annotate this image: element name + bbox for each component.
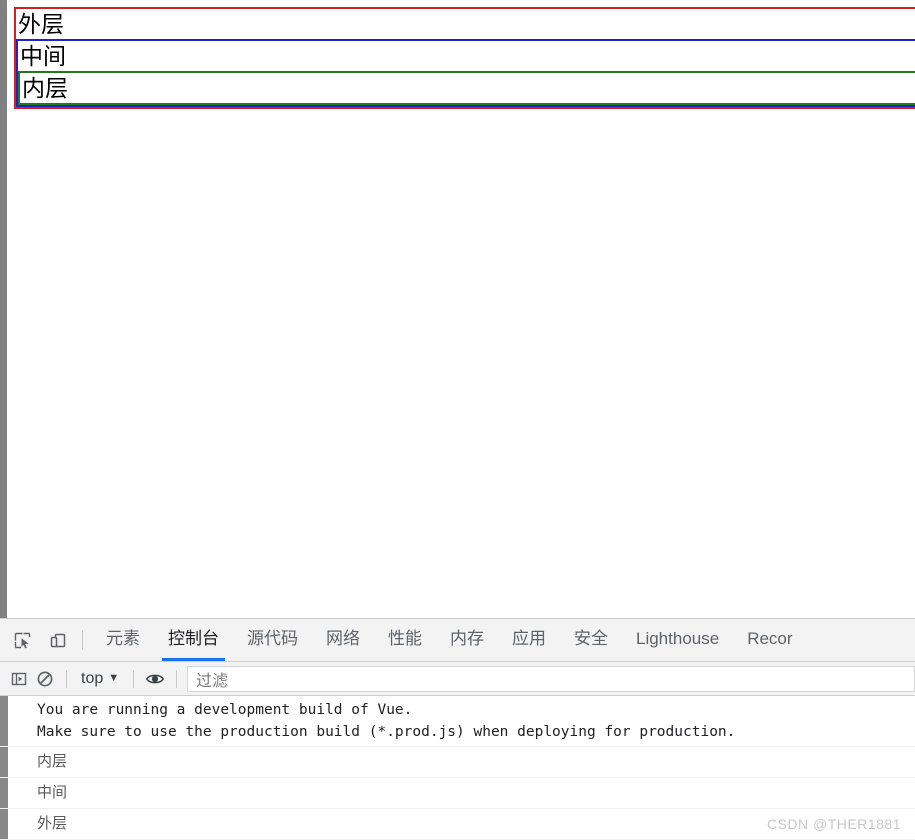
- console-message-text: 内层: [37, 753, 68, 770]
- tab-network[interactable]: 网络: [312, 619, 374, 661]
- console-message-vue-dev-warning[interactable]: You are running a development build of V…: [0, 696, 915, 747]
- page-left-gutter: [0, 0, 7, 618]
- tab-security[interactable]: 安全: [560, 619, 622, 661]
- devtools-panel: 元素 控制台 源代码 网络 性能 内存 应用 安全 Lighthouse Rec…: [0, 618, 915, 840]
- console-message-text: 中间: [37, 784, 68, 801]
- message-gutter: [0, 809, 8, 839]
- console-message-text: You are running a development build of V…: [37, 702, 736, 740]
- tab-application[interactable]: 应用: [498, 619, 560, 661]
- message-gutter: [0, 778, 8, 808]
- outer-box-label: 外层: [18, 11, 64, 37]
- toolbar-divider: [82, 630, 83, 650]
- console-context-label: top: [81, 669, 104, 687]
- chevron-down-icon: ▼: [108, 672, 120, 684]
- console-filter-input[interactable]: 过滤: [187, 665, 915, 692]
- clear-console-icon[interactable]: [32, 666, 58, 692]
- console-message-log-middle[interactable]: 中间: [0, 778, 915, 809]
- inspect-element-icon[interactable]: [8, 626, 36, 654]
- outer-box[interactable]: 外层 中间 内层: [14, 7, 915, 109]
- page-viewport: 外层 中间 内层: [0, 0, 915, 618]
- console-toolbar-divider-2: [133, 669, 135, 688]
- live-expression-icon[interactable]: [142, 666, 168, 692]
- tab-memory[interactable]: 内存: [436, 619, 498, 661]
- tab-recorder[interactable]: Recor: [733, 619, 806, 661]
- console-message-text: 外层: [37, 815, 68, 832]
- tab-console[interactable]: 控制台: [154, 619, 233, 661]
- tab-sources[interactable]: 源代码: [233, 619, 312, 661]
- inner-box-label: 内层: [22, 75, 68, 101]
- console-filter-placeholder: 过滤: [196, 672, 229, 690]
- message-gutter: [0, 696, 8, 746]
- console-message-list[interactable]: You are running a development build of V…: [0, 696, 915, 840]
- tab-lighthouse[interactable]: Lighthouse: [622, 619, 733, 661]
- console-context-selector[interactable]: top ▼: [75, 670, 125, 688]
- console-message-log-outer[interactable]: 外层: [0, 809, 915, 840]
- message-gutter: [0, 747, 8, 777]
- console-toolbar-divider-3: [176, 669, 178, 688]
- console-message-log-inner[interactable]: 内层: [0, 747, 915, 778]
- console-toolbar-divider-1: [66, 669, 67, 688]
- console-toolbar: top ▼ 过滤: [0, 662, 915, 696]
- tab-elements[interactable]: 元素: [92, 619, 154, 661]
- inner-box[interactable]: 内层: [18, 71, 915, 105]
- tab-performance[interactable]: 性能: [374, 619, 436, 661]
- middle-box[interactable]: 中间 内层: [16, 39, 915, 107]
- device-toolbar-icon[interactable]: [44, 626, 72, 654]
- middle-box-label: 中间: [20, 43, 66, 69]
- devtools-tabbar: 元素 控制台 源代码 网络 性能 内存 应用 安全 Lighthouse Rec…: [0, 619, 915, 662]
- console-sidebar-icon[interactable]: [6, 666, 32, 692]
